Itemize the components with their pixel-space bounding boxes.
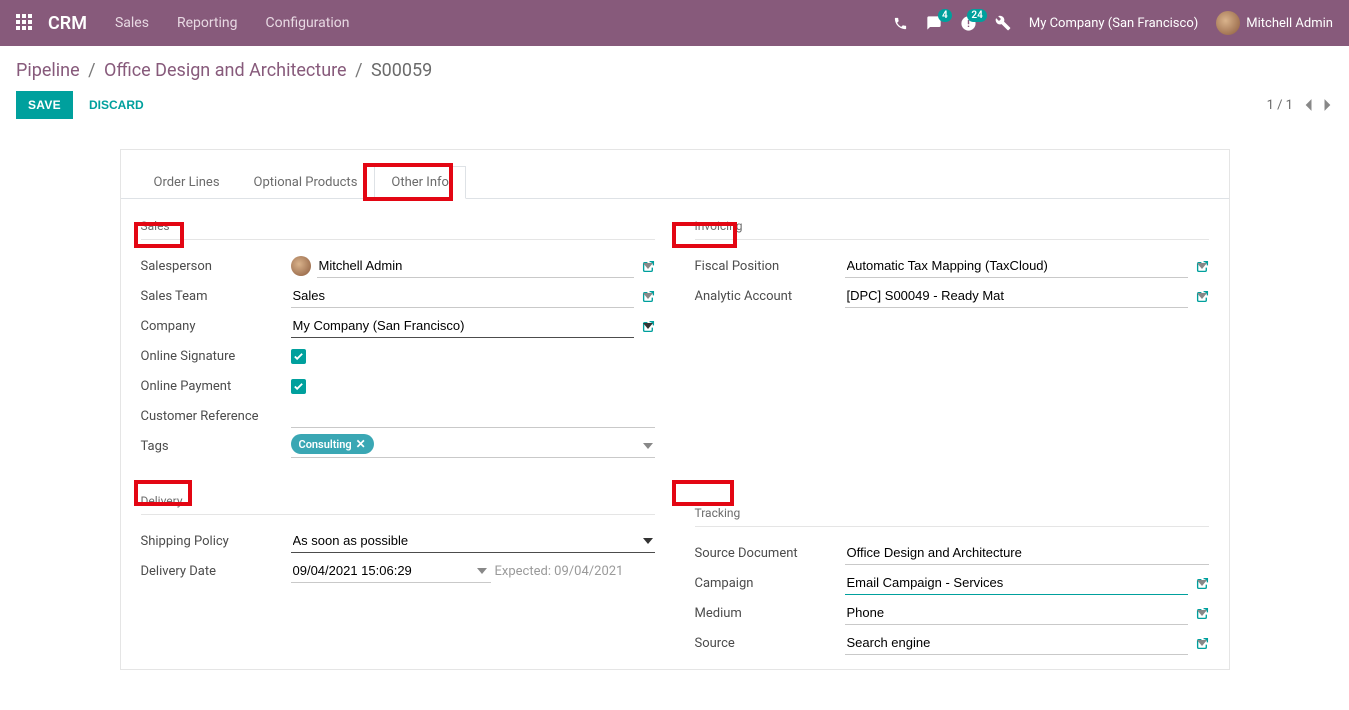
- activity-icon[interactable]: 24: [960, 15, 977, 32]
- chat-badge: 4: [938, 9, 952, 22]
- label-shipping-policy: Shipping Policy: [141, 534, 291, 549]
- avatar: [1216, 11, 1240, 35]
- breadcrumb-opportunity[interactable]: Office Design and Architecture: [104, 60, 347, 81]
- user-menu[interactable]: Mitchell Admin: [1216, 11, 1333, 35]
- chevron-down-icon: [643, 443, 653, 449]
- company-selector[interactable]: My Company (San Francisco): [1029, 16, 1198, 31]
- online-signature-checkbox[interactable]: [291, 349, 306, 364]
- menu-reporting[interactable]: Reporting: [177, 15, 238, 31]
- activity-badge: 24: [967, 9, 986, 22]
- notebook-tabs: Order Lines Optional Products Other Info: [121, 150, 1229, 199]
- breadcrumb-pipeline[interactable]: Pipeline: [16, 60, 80, 81]
- label-fiscal-position: Fiscal Position: [695, 259, 845, 274]
- expected-date-hint: Expected: 09/04/2021: [495, 564, 624, 579]
- label-analytic-account: Analytic Account: [695, 289, 845, 304]
- discard-button[interactable]: DISCARD: [77, 91, 156, 119]
- delivery-date-field[interactable]: [291, 559, 491, 583]
- topbar: CRM Sales Reporting Configuration 4 24 M…: [0, 0, 1349, 46]
- external-link-icon[interactable]: [1196, 577, 1209, 590]
- chat-icon[interactable]: 4: [926, 15, 942, 31]
- tab-other-info[interactable]: Other Info: [374, 166, 466, 199]
- sales-team-field[interactable]: [291, 284, 634, 308]
- label-online-signature: Online Signature: [141, 349, 291, 364]
- external-link-icon[interactable]: [642, 260, 655, 273]
- label-delivery-date: Delivery Date: [141, 564, 291, 579]
- label-customer-reference: Customer Reference: [141, 409, 291, 424]
- analytic-account-field[interactable]: [845, 284, 1188, 308]
- external-link-icon[interactable]: [1196, 637, 1209, 650]
- tag-label: Consulting: [299, 438, 352, 451]
- pager: 1 / 1: [1267, 98, 1333, 113]
- label-source-document: Source Document: [695, 546, 845, 561]
- label-salesperson: Salesperson: [141, 259, 291, 274]
- menu-sales[interactable]: Sales: [115, 15, 149, 31]
- section-delivery-title: Delivery: [141, 494, 655, 515]
- section-invoicing-title: Invoicing: [695, 219, 1209, 240]
- control-panel: Pipeline / Office Design and Architectur…: [0, 46, 1349, 129]
- shipping-policy-field[interactable]: [291, 529, 655, 553]
- external-link-icon[interactable]: [1196, 260, 1209, 273]
- label-company: Company: [141, 319, 291, 334]
- external-link-icon[interactable]: [642, 290, 655, 303]
- campaign-field[interactable]: [845, 571, 1188, 595]
- label-online-payment: Online Payment: [141, 379, 291, 394]
- apps-icon[interactable]: [16, 14, 34, 32]
- tab-order-lines[interactable]: Order Lines: [137, 166, 237, 198]
- salesperson-field[interactable]: [317, 254, 634, 278]
- tag-remove-icon[interactable]: ✕: [356, 437, 366, 451]
- debug-icon[interactable]: [995, 15, 1011, 31]
- fiscal-position-field[interactable]: [845, 254, 1188, 278]
- pager-next-icon[interactable]: [1323, 98, 1333, 112]
- breadcrumb: Pipeline / Office Design and Architectur…: [16, 60, 1333, 81]
- label-medium: Medium: [695, 606, 845, 621]
- label-source: Source: [695, 636, 845, 651]
- external-link-icon[interactable]: [1196, 290, 1209, 303]
- save-button[interactable]: SAVE: [16, 91, 73, 119]
- pager-text: 1 / 1: [1267, 98, 1293, 113]
- phone-icon[interactable]: [893, 16, 908, 31]
- medium-field[interactable]: [845, 601, 1188, 625]
- source-field[interactable]: [845, 631, 1188, 655]
- pager-prev-icon[interactable]: [1303, 98, 1313, 112]
- tag-chip[interactable]: Consulting ✕: [291, 434, 374, 454]
- menu-configuration[interactable]: Configuration: [266, 15, 350, 31]
- salesperson-avatar: [291, 256, 311, 276]
- company-field[interactable]: [291, 314, 634, 338]
- app-brand[interactable]: CRM: [48, 13, 87, 34]
- external-link-icon[interactable]: [1196, 607, 1209, 620]
- label-sales-team: Sales Team: [141, 289, 291, 304]
- section-tracking-title: Tracking: [695, 506, 1209, 527]
- label-tags: Tags: [141, 439, 291, 454]
- section-sales-title: Sales: [141, 219, 655, 240]
- tab-optional-products[interactable]: Optional Products: [237, 166, 375, 198]
- customer-reference-field[interactable]: [291, 404, 655, 428]
- breadcrumb-current: S00059: [371, 60, 432, 81]
- online-payment-checkbox[interactable]: [291, 379, 306, 394]
- user-name: Mitchell Admin: [1246, 16, 1333, 31]
- source-document-field[interactable]: [845, 541, 1209, 565]
- form-sheet: Order Lines Optional Products Other Info…: [120, 149, 1230, 670]
- external-link-icon[interactable]: [642, 320, 655, 333]
- label-campaign: Campaign: [695, 576, 845, 591]
